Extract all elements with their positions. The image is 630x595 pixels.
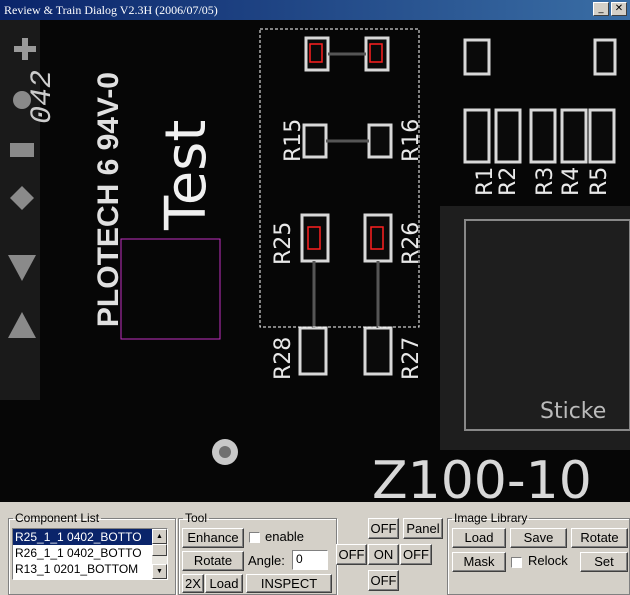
scroll-thumb[interactable] [152,544,167,556]
svg-text:R2: R2 [496,167,521,196]
list-item[interactable]: R26_1_1 0402_BOTTO [13,545,153,561]
set-button[interactable]: Set [580,552,628,572]
angle-label: Angle: [248,553,285,568]
image-viewport[interactable]: 042 PLOTECH 6 94V-0 Test R15 R16 R25 R26… [0,20,630,502]
title-bar: Review & Train Dialog V2.3H (2006/07/05)… [0,0,630,20]
board-maker-text: PLOTECH 6 94V-0 [92,72,125,327]
light-center-button[interactable]: ON [368,544,399,565]
svg-text:R25: R25 [271,222,296,265]
library-load-button[interactable]: Load [452,528,506,548]
component-list-legend: Component List [15,511,100,525]
list-item[interactable]: R13_1 0201_BOTTOM [13,561,153,577]
svg-text:R15: R15 [281,119,306,162]
light-bottom-button[interactable]: OFF [368,570,399,591]
component-listbox[interactable]: R25_1_1 0402_BOTTO R26_1_1 0402_BOTTO R1… [12,528,168,580]
close-button[interactable]: ✕ [611,2,627,16]
svg-text:Z100-10: Z100-10 [372,451,592,502]
svg-text:Sticke: Sticke [540,399,606,424]
svg-text:R4: R4 [559,167,584,196]
svg-text:R3: R3 [533,167,558,196]
board-code-text: 042 [26,70,60,124]
svg-text:R28: R28 [271,337,296,380]
enable-label: enable [265,529,305,544]
enable-checkbox[interactable] [249,532,260,543]
svg-text:R16: R16 [399,119,424,162]
minimize-button[interactable]: _ [593,2,609,16]
zoom-2x-button[interactable]: 2X [182,574,204,593]
svg-text:R5: R5 [587,167,612,196]
relock-checkbox[interactable] [511,557,522,568]
window-title: Review & Train Dialog V2.3H (2006/07/05) [4,3,218,17]
scroll-down-icon[interactable]: ▼ [152,564,167,579]
library-save-button[interactable]: Save [510,528,567,548]
enhance-button[interactable]: Enhance [182,528,244,548]
inspect-button[interactable]: INSPECT [246,574,332,593]
light-left-button[interactable]: OFF [336,544,367,565]
scroll-up-icon[interactable]: ▲ [152,529,167,544]
image-library-legend: Image Library [454,511,528,525]
board-test-text: Test [154,120,219,231]
svg-text:R27: R27 [399,337,424,380]
library-rotate-button[interactable]: Rotate [571,528,628,548]
svg-text:R26: R26 [399,222,424,265]
mask-button[interactable]: Mask [452,552,506,572]
list-scrollbar[interactable]: ▲ ▼ [152,529,167,579]
panel-button[interactable]: Panel [403,518,443,539]
control-panel: Component List R25_1_1 0402_BOTTO R26_1_… [0,502,630,595]
angle-input[interactable]: 0 [292,550,328,570]
rotate-button[interactable]: Rotate [182,551,244,571]
light-top-button[interactable]: OFF [368,518,399,539]
board-image: 042 PLOTECH 6 94V-0 Test R15 R16 R25 R26… [0,20,630,502]
tool-load-button[interactable]: Load [205,574,243,593]
light-right-button[interactable]: OFF [400,544,432,565]
svg-text:R1: R1 [473,167,498,196]
tool-legend: Tool [185,511,208,525]
relock-label: Relock [528,553,568,568]
list-item[interactable]: R25_1_1 0402_BOTTO [13,529,153,545]
rectangle-icon [10,143,34,157]
